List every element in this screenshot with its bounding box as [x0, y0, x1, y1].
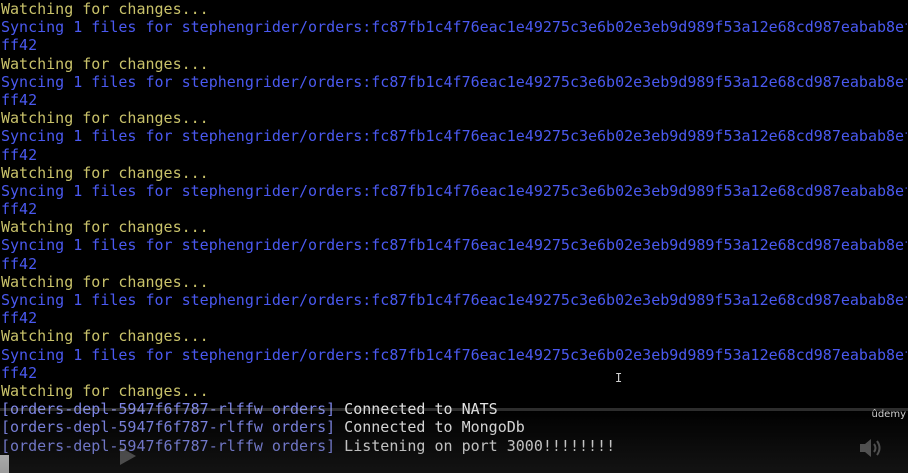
sync-status-line: ff42 — [1, 145, 38, 164]
pod-log-message: Connected to MongoDb — [335, 418, 525, 437]
watch-status-line: Watching for changes... — [1, 327, 209, 346]
watch-status-line: Watching for changes... — [1, 0, 209, 18]
udemy-logo: ûdemy — [871, 409, 907, 420]
sync-status-line: Syncing 1 files for stephengrider/orders… — [1, 345, 907, 364]
sync-status-line: Syncing 1 files for stephengrider/orders… — [1, 127, 907, 146]
watch-status-line: Watching for changes... — [1, 163, 209, 182]
play-icon[interactable] — [116, 445, 138, 467]
sync-status-line: ff42 — [1, 363, 38, 382]
sync-status-line: ff42 — [1, 200, 38, 219]
watch-status-line: Watching for changes... — [1, 109, 209, 128]
sync-status-line: ff42 — [1, 309, 38, 328]
sync-status-line: Syncing 1 files for stephengrider/orders… — [1, 72, 907, 91]
sync-status-line: Syncing 1 files for stephengrider/orders… — [1, 18, 907, 37]
pod-log-prefix: [orders-depl-5947f6f787-rlffw orders] — [1, 436, 336, 455]
video-progress-bar[interactable] — [0, 408, 908, 411]
terminal-output: Watching for changes... Syncing 1 files f… — [1, 0, 907, 455]
sync-status-line: Syncing 1 files for stephengrider/orders… — [1, 181, 907, 200]
pod-log-prefix: [orders-depl-5947f6f787-rlffw orders] — [1, 418, 336, 437]
pod-log-line: [orders-depl-5947f6f787-rlffw orders] Co… — [1, 418, 907, 436]
sync-status-line: ff42 — [1, 36, 38, 55]
sync-status-line: ff42 — [1, 90, 38, 109]
watch-status-line: Watching for changes... — [1, 218, 209, 237]
watch-status-line: Watching for changes... — [1, 54, 209, 73]
pod-log-message: Listening on port 3000!!!!!!!! — [335, 436, 616, 455]
sync-status-line: Syncing 1 files for stephengrider/orders… — [1, 236, 907, 255]
text-cursor-icon: I — [615, 371, 623, 385]
sync-status-line: Syncing 1 files for stephengrider/orders… — [1, 291, 907, 309]
volume-icon[interactable] — [858, 436, 884, 460]
sync-status-line: ff42 — [1, 254, 38, 273]
watch-status-line: Watching for changes... — [1, 272, 209, 291]
terminal-cursor — [0, 455, 9, 473]
terminal-window[interactable]: Watching for changes... Syncing 1 files f… — [0, 0, 908, 473]
watch-status-line: Watching for changes... — [1, 381, 209, 400]
